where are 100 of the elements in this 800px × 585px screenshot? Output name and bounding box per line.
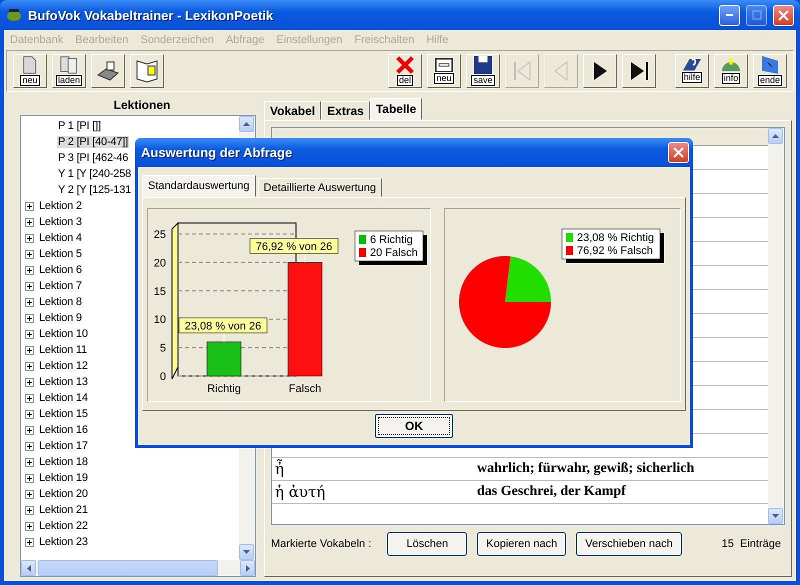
tree-item[interactable]: Lektion 17 <box>38 440 89 452</box>
expand-icon[interactable] <box>25 314 34 322</box>
tree-item[interactable]: Lektion 7 <box>38 280 83 292</box>
info-icon <box>722 58 740 72</box>
tree-item[interactable]: Y 1 [Y [240-258 <box>57 168 132 180</box>
ok-button[interactable]: OK <box>375 414 453 438</box>
expand-icon[interactable] <box>25 298 34 306</box>
expand-icon[interactable] <box>25 362 34 370</box>
toolbar-button[interactable]: hilfe <box>675 54 709 88</box>
close-icon <box>673 147 684 158</box>
tree-item[interactable]: Lektion 20 <box>38 488 89 500</box>
expand-icon[interactable] <box>25 234 34 242</box>
expand-icon[interactable] <box>25 410 34 418</box>
tree-item[interactable]: Lektion 5 <box>38 248 83 260</box>
save-icon <box>474 56 492 74</box>
toolbar-button[interactable] <box>583 54 617 88</box>
tree-item[interactable]: Lektion 6 <box>38 264 83 276</box>
printer-icon <box>97 61 119 81</box>
tree-item[interactable]: Lektion 11 <box>38 344 88 356</box>
tree-item[interactable]: Y 2 [Y [125-131 <box>57 184 132 196</box>
expand-icon[interactable] <box>25 490 34 498</box>
toolbar-button[interactable]: laden <box>52 54 86 88</box>
expand-icon[interactable] <box>25 506 34 514</box>
entry-count: 15 Einträge <box>722 538 781 550</box>
toolbar-button[interactable]: neu <box>13 54 47 88</box>
expand-icon[interactable] <box>25 458 34 466</box>
tree-item[interactable]: Lektion 8 <box>38 296 83 308</box>
vertical-scrollbar[interactable] <box>768 128 784 524</box>
toolbar-button[interactable]: info <box>714 54 748 88</box>
axis-category-label: Richtig <box>207 383 241 395</box>
tree-item[interactable]: Lektion 12 <box>38 360 89 372</box>
axis-tick-label: 15 <box>154 286 166 298</box>
tree-item[interactable]: Lektion 14 <box>38 392 89 404</box>
expand-icon[interactable] <box>25 250 34 258</box>
axis-tick-label: 20 <box>154 257 166 270</box>
toolbar-button[interactable]: neu <box>427 54 461 88</box>
tree-item[interactable]: Lektion 15 <box>38 408 89 420</box>
expand-icon[interactable] <box>25 266 34 274</box>
card-icon <box>435 58 453 72</box>
toolbar-button[interactable]: save <box>466 54 500 88</box>
table-cell-text: ἡ ἀυτή <box>274 483 326 501</box>
horizontal-scrollbar[interactable] <box>21 560 255 576</box>
tree-item[interactable]: Lektion 18 <box>38 456 89 468</box>
tree-item[interactable]: P 2 [PI [40-47]] <box>57 136 129 148</box>
action-button[interactable]: Löschen <box>387 532 468 556</box>
tree-item[interactable]: Lektion 9 <box>38 312 83 324</box>
tree-item[interactable]: Lektion 19 <box>38 472 89 484</box>
axis-tick-label: 5 <box>160 342 166 355</box>
legend-label: 23,08 % Richtig <box>577 232 654 244</box>
toolbar-button[interactable] <box>622 54 656 88</box>
table-cell-text: wahrlich; fürwahr, gewiß; sicherlich <box>477 461 696 477</box>
toolbar-button[interactable] <box>130 54 164 88</box>
maximize-button[interactable] <box>746 4 767 26</box>
table-cell-text: das Geschrei, der Kampf <box>477 484 627 500</box>
toolbar-button[interactable]: ende <box>753 54 787 88</box>
expand-icon[interactable] <box>25 282 34 290</box>
maximize-icon <box>752 10 762 20</box>
minimize-icon <box>726 14 733 16</box>
action-button[interactable]: Kopieren nach <box>477 532 566 556</box>
play-icon <box>594 62 606 80</box>
close-button[interactable] <box>668 142 689 163</box>
expand-icon[interactable] <box>25 426 34 434</box>
tree-item[interactable]: Lektion 21 <box>38 504 89 516</box>
data-label: 76,92 % von 26 <box>250 238 338 254</box>
tab[interactable]: Vokabel <box>264 101 322 120</box>
expand-icon[interactable] <box>25 330 34 338</box>
tree-item[interactable]: P 3 [PI [462-46 <box>57 152 130 164</box>
toolbar-button[interactable] <box>91 54 125 88</box>
expand-icon[interactable] <box>25 538 34 546</box>
tab[interactable]: Standardauswertung <box>142 175 256 197</box>
tree-item[interactable]: Lektion 22 <box>38 520 89 532</box>
expand-icon[interactable] <box>25 522 34 530</box>
axis-tick-label: 0 <box>160 371 166 383</box>
tab[interactable]: Tabelle <box>370 98 422 120</box>
expand-icon[interactable] <box>25 394 34 402</box>
close-button[interactable] <box>773 4 794 26</box>
document-icon <box>23 56 37 74</box>
expand-icon[interactable] <box>25 218 34 226</box>
tree-item[interactable]: Lektion 4 <box>38 232 83 244</box>
minimize-button[interactable] <box>719 4 740 26</box>
annotation: 76,92 % von 26 <box>256 240 332 253</box>
scroll-up-icon <box>243 122 250 126</box>
tree-item[interactable]: Lektion 16 <box>38 424 89 436</box>
tree-item[interactable]: Lektion 23 <box>38 536 89 548</box>
documents-icon <box>60 56 78 74</box>
tab[interactable]: Detaillierte Auswertung <box>258 178 382 197</box>
expand-icon[interactable] <box>25 346 34 354</box>
expand-icon[interactable] <box>25 442 34 450</box>
tree-item[interactable]: Lektion 10 <box>38 328 89 340</box>
tree-item[interactable]: P 1 [PI []] <box>57 120 102 132</box>
tree-item[interactable]: Lektion 2 <box>38 200 83 212</box>
expand-icon[interactable] <box>25 202 34 210</box>
tree-item[interactable]: Lektion 3 <box>38 216 83 228</box>
tree-item[interactable]: Lektion 13 <box>38 376 89 388</box>
action-button[interactable]: Verschieben nach <box>576 532 682 556</box>
tab[interactable]: Extras <box>321 101 370 120</box>
panel-title: Lektionen <box>112 98 172 114</box>
expand-icon[interactable] <box>25 378 34 386</box>
expand-icon[interactable] <box>25 474 34 482</box>
toolbar-button[interactable]: del <box>388 54 422 88</box>
